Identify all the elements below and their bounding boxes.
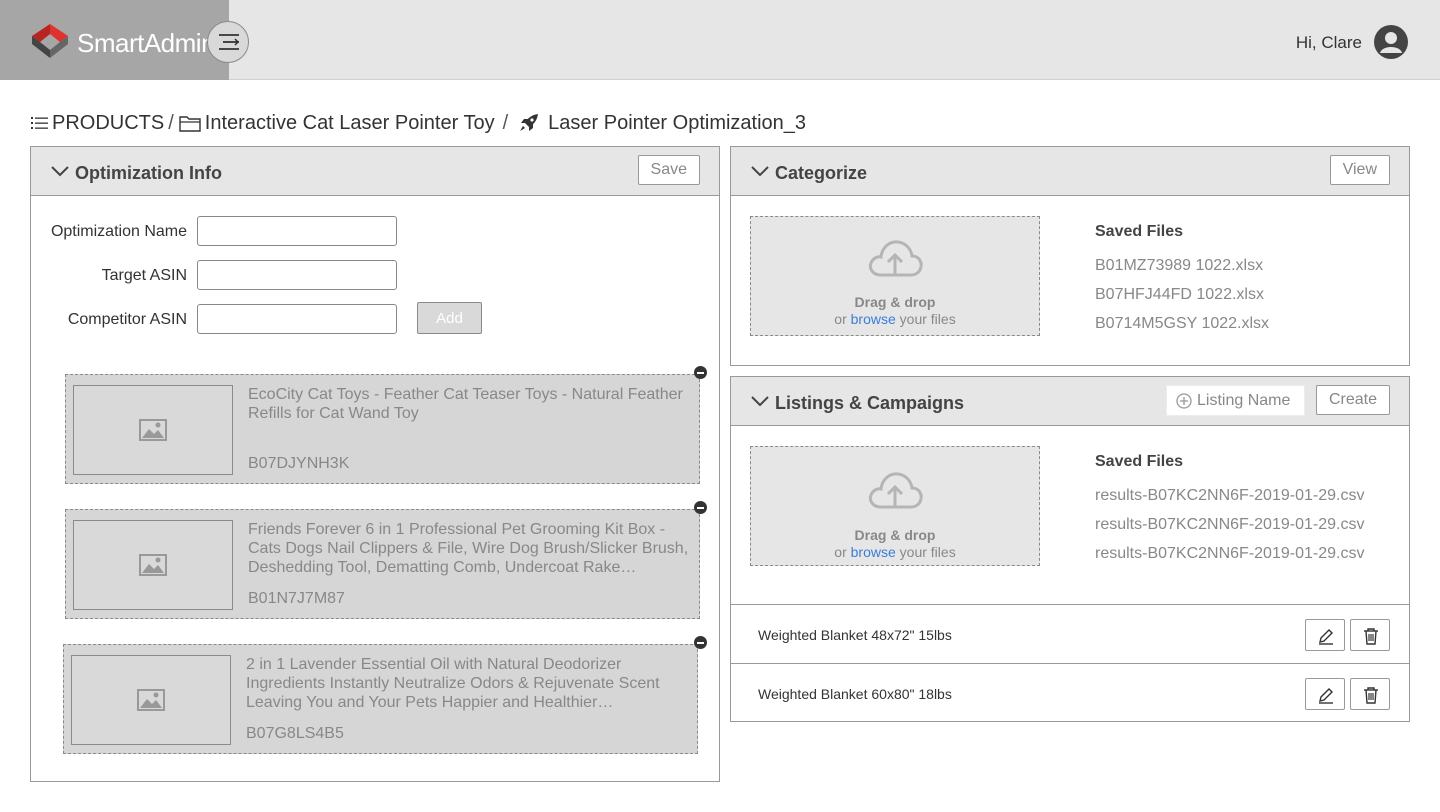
- target-asin-input[interactable]: [197, 260, 397, 290]
- saved-files-title: Saved Files: [1095, 453, 1184, 470]
- dropzone-suffix: your files: [899, 544, 956, 560]
- panel-header: Optimization Info Save: [31, 147, 719, 196]
- optimization-name-label: Optimization Name: [50, 223, 187, 240]
- brand-name: SmartAdmin: [77, 28, 216, 58]
- user-greeting: Hi, Clare: [1295, 33, 1362, 52]
- delete-listing-button[interactable]: [1350, 678, 1390, 710]
- product-thumbnail: [73, 385, 233, 475]
- competitor-asin: B07G8LS4B5: [246, 725, 344, 742]
- breadcrumb-separator: /: [168, 111, 174, 134]
- list-icon: [31, 117, 48, 129]
- breadcrumb-label: Interactive Cat Laser Pointer Toy: [204, 111, 495, 134]
- categorize-panel: Categorize View Drag & drop or browse yo…: [730, 146, 1410, 366]
- competitor-card: EcoCity Cat Toys - Feather Cat Teaser To…: [65, 374, 700, 484]
- competitor-asin-label: Competitor ASIN: [67, 311, 187, 328]
- breadcrumb: PRODUCTS / Interactive Cat Laser Pointer…: [31, 110, 806, 136]
- listing-row: Weighted Blanket 60x80" 18lbs: [731, 663, 1409, 722]
- chevron-down-icon[interactable]: [51, 165, 69, 177]
- save-button[interactable]: Save: [637, 155, 700, 185]
- competitor-card: Friends Forever 6 in 1 Professional Pet …: [65, 509, 700, 619]
- menu-toggle-icon: [219, 34, 240, 50]
- file-dropzone[interactable]: Drag & drop or browse your files: [750, 216, 1040, 336]
- chevron-down-icon[interactable]: [751, 395, 769, 407]
- panel-header: Categorize View: [731, 147, 1409, 196]
- competitor-asin-input[interactable]: [197, 304, 397, 334]
- competitor-asin: B01N7J7M87: [248, 590, 345, 607]
- delete-listing-button[interactable]: [1350, 619, 1390, 651]
- remove-competitor-icon[interactable]: [694, 636, 707, 649]
- saved-file-item[interactable]: results-B07KC2NN6F-2019-01-29.csv: [1095, 487, 1364, 505]
- remove-competitor-icon[interactable]: [694, 366, 707, 379]
- file-dropzone[interactable]: Drag & drop or browse your files: [750, 446, 1040, 566]
- dropzone-subtitle: or browse your files: [751, 544, 1039, 560]
- remove-competitor-icon[interactable]: [694, 501, 707, 514]
- image-placeholder-icon: [139, 554, 167, 576]
- pencil-icon: [1319, 688, 1333, 704]
- listing-row: Weighted Blanket 48x72" 15lbs: [731, 604, 1409, 663]
- brand-area: SmartAdmin: [0, 0, 229, 80]
- browse-link[interactable]: browse: [851, 311, 896, 327]
- listing-label: Weighted Blanket 48x72" 15lbs: [758, 627, 952, 643]
- listing-name-placeholder: Listing Name: [1197, 392, 1291, 409]
- breadcrumb-label: PRODUCTS: [52, 111, 165, 134]
- plus-circle-icon: [1176, 393, 1192, 409]
- panel-title: Optimization Info: [75, 163, 222, 183]
- competitor-card: 2 in 1 Lavender Essential Oil with Natur…: [63, 644, 698, 754]
- smartadmin-logo-icon: [32, 24, 68, 58]
- dropzone-title: Drag & drop: [854, 527, 936, 543]
- saved-files-title: Saved Files: [1095, 223, 1184, 240]
- competitor-asin: B07DJYNH3K: [248, 455, 350, 472]
- breadcrumb-optimization[interactable]: Laser Pointer Optimization_3: [518, 112, 806, 135]
- user-avatar-icon[interactable]: [1374, 25, 1408, 59]
- top-bar: SmartAdmin Hi, Clare: [0, 0, 1440, 80]
- view-button[interactable]: View: [1329, 155, 1390, 185]
- panel-header: Listings & Campaigns Listing Name Create: [731, 377, 1409, 426]
- saved-file-item[interactable]: B0714M5GSY 1022.xlsx: [1095, 315, 1269, 333]
- dropzone-title: Drag & drop: [854, 294, 936, 310]
- image-placeholder-icon: [137, 689, 165, 711]
- optimization-name-input[interactable]: [197, 216, 397, 246]
- listing-name-input[interactable]: Listing Name: [1166, 385, 1305, 416]
- browse-link[interactable]: browse: [851, 544, 896, 560]
- cloud-upload-icon: [868, 472, 923, 509]
- optimization-info-panel: Optimization Info Save Optimization Name…: [30, 146, 720, 782]
- saved-file-item[interactable]: results-B07KC2NN6F-2019-01-29.csv: [1095, 545, 1364, 563]
- dropzone-subtitle: or browse your files: [751, 311, 1039, 327]
- add-competitor-button[interactable]: Add: [417, 302, 482, 334]
- product-thumbnail: [73, 520, 233, 610]
- image-placeholder-icon: [139, 419, 167, 441]
- trash-icon: [1364, 687, 1378, 704]
- saved-file-item[interactable]: results-B07KC2NN6F-2019-01-29.csv: [1095, 516, 1364, 534]
- chevron-down-icon[interactable]: [751, 165, 769, 177]
- panel-title: Listings & Campaigns: [775, 393, 965, 413]
- pencil-icon: [1319, 629, 1333, 645]
- trash-icon: [1364, 628, 1378, 645]
- edit-listing-button[interactable]: [1305, 619, 1345, 651]
- breadcrumb-products[interactable]: PRODUCTS: [31, 112, 164, 135]
- folder-icon: [179, 115, 201, 132]
- dropzone-prefix: or: [834, 544, 847, 560]
- breadcrumb-separator: /: [502, 111, 509, 134]
- saved-file-item[interactable]: B07HFJ44FD 1022.xlsx: [1095, 286, 1264, 304]
- create-button[interactable]: Create: [1315, 385, 1390, 415]
- dropzone-prefix: or: [834, 311, 847, 327]
- listings-campaigns-panel: Listings & Campaigns Listing Name Create…: [730, 376, 1410, 722]
- saved-file-item[interactable]: B01MZ73989 1022.xlsx: [1095, 257, 1263, 275]
- competitor-title: 2 in 1 Lavender Essential Oil with Natur…: [246, 656, 660, 711]
- competitor-title: EcoCity Cat Toys - Feather Cat Teaser To…: [248, 386, 683, 422]
- edit-listing-button[interactable]: [1305, 678, 1345, 710]
- cloud-upload-icon: [868, 240, 923, 277]
- breadcrumb-label: Laser Pointer Optimization_3: [548, 111, 807, 134]
- breadcrumb-product[interactable]: Interactive Cat Laser Pointer Toy: [179, 112, 495, 135]
- target-asin-label: Target ASIN: [101, 267, 187, 284]
- rocket-icon: [520, 114, 539, 131]
- listing-label: Weighted Blanket 60x80" 18lbs: [758, 686, 952, 702]
- menu-toggle-button[interactable]: [207, 21, 249, 63]
- panel-title: Categorize: [775, 163, 868, 183]
- product-thumbnail: [71, 655, 231, 745]
- dropzone-suffix: your files: [899, 311, 956, 327]
- competitor-title: Friends Forever 6 in 1 Professional Pet …: [248, 521, 689, 576]
